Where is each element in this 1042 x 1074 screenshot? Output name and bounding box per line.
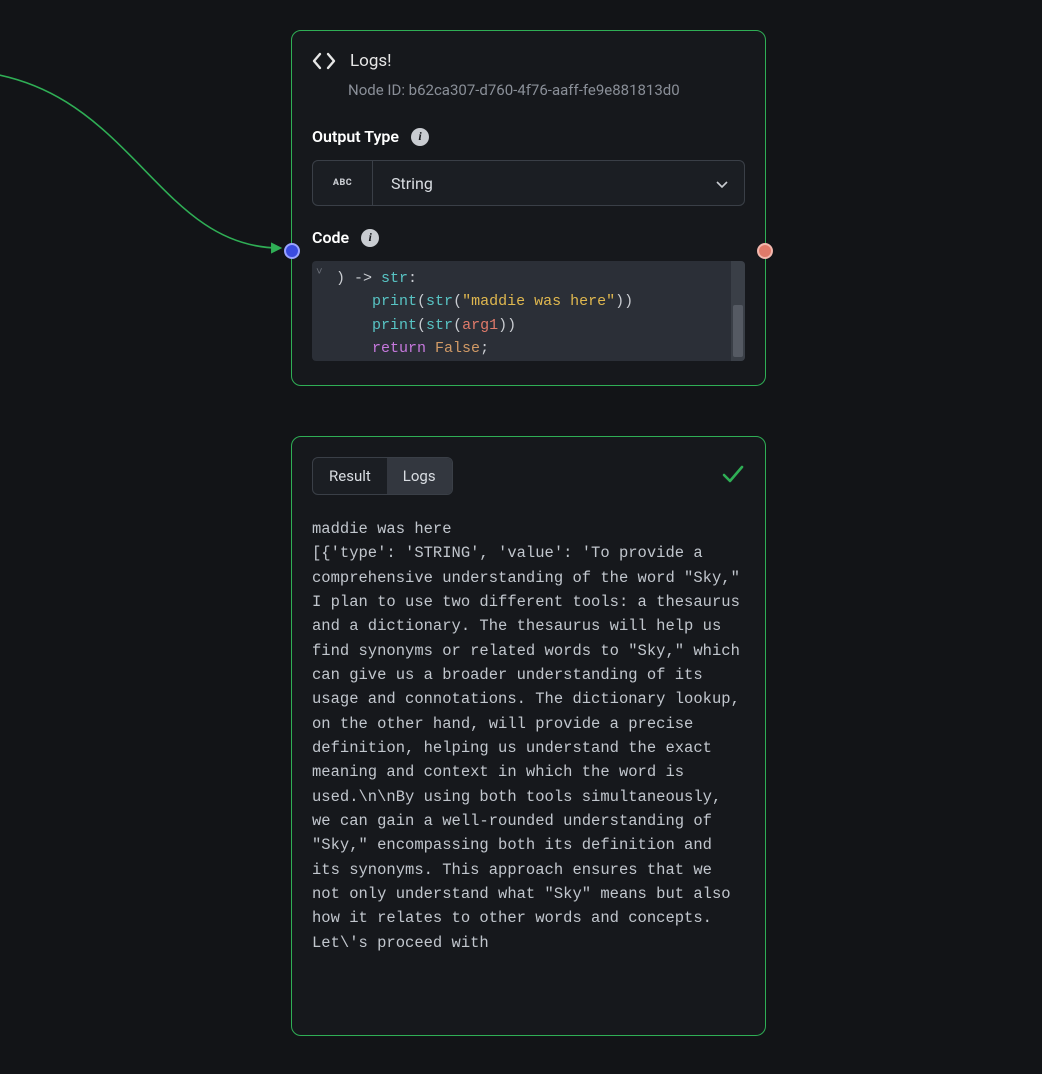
node-title: Logs!: [350, 51, 392, 71]
code-editor[interactable]: ˅ ) -> str: print(str("maddie was here")…: [312, 261, 745, 361]
output-type-value: String: [373, 174, 716, 193]
output-type-label: Output Type: [312, 127, 399, 146]
fold-gutter-icon[interactable]: ˅: [316, 265, 323, 282]
output-port[interactable]: [757, 243, 773, 259]
tab-result[interactable]: Result: [313, 458, 387, 494]
code-label-row: Code i: [312, 228, 745, 247]
canvas[interactable]: Logs! Node ID: b62ca307-d760-4f76-aaff-f…: [0, 0, 1042, 1074]
input-port[interactable]: [284, 243, 300, 259]
result-panel[interactable]: Result Logs maddie was here [{'type': 'S…: [291, 436, 766, 1036]
tab-logs[interactable]: Logs: [387, 458, 452, 494]
code-node-panel[interactable]: Logs! Node ID: b62ca307-d760-4f76-aaff-f…: [291, 30, 766, 386]
code-scrollbar[interactable]: [731, 261, 745, 361]
info-icon[interactable]: i: [411, 128, 429, 146]
code-icon: [312, 52, 336, 70]
success-check-icon: [721, 464, 745, 488]
node-header: Logs!: [312, 51, 745, 71]
output-type-label-row: Output Type i: [312, 127, 745, 146]
node-id-label: Node ID: b62ca307-d760-4f76-aaff-fe9e881…: [348, 81, 745, 99]
code-content[interactable]: ) -> str: print(str("maddie was here")) …: [316, 267, 741, 360]
code-scrollbar-thumb[interactable]: [733, 305, 743, 357]
output-type-select[interactable]: ABC String: [312, 160, 745, 206]
code-label: Code: [312, 228, 349, 247]
chevron-down-icon: [716, 174, 744, 193]
log-output[interactable]: maddie was here [{'type': 'STRING', 'val…: [312, 517, 745, 1027]
result-tabs: Result Logs: [312, 457, 453, 495]
type-badge: ABC: [313, 161, 373, 205]
abc-icon: ABC: [333, 178, 352, 188]
info-icon[interactable]: i: [361, 229, 379, 247]
